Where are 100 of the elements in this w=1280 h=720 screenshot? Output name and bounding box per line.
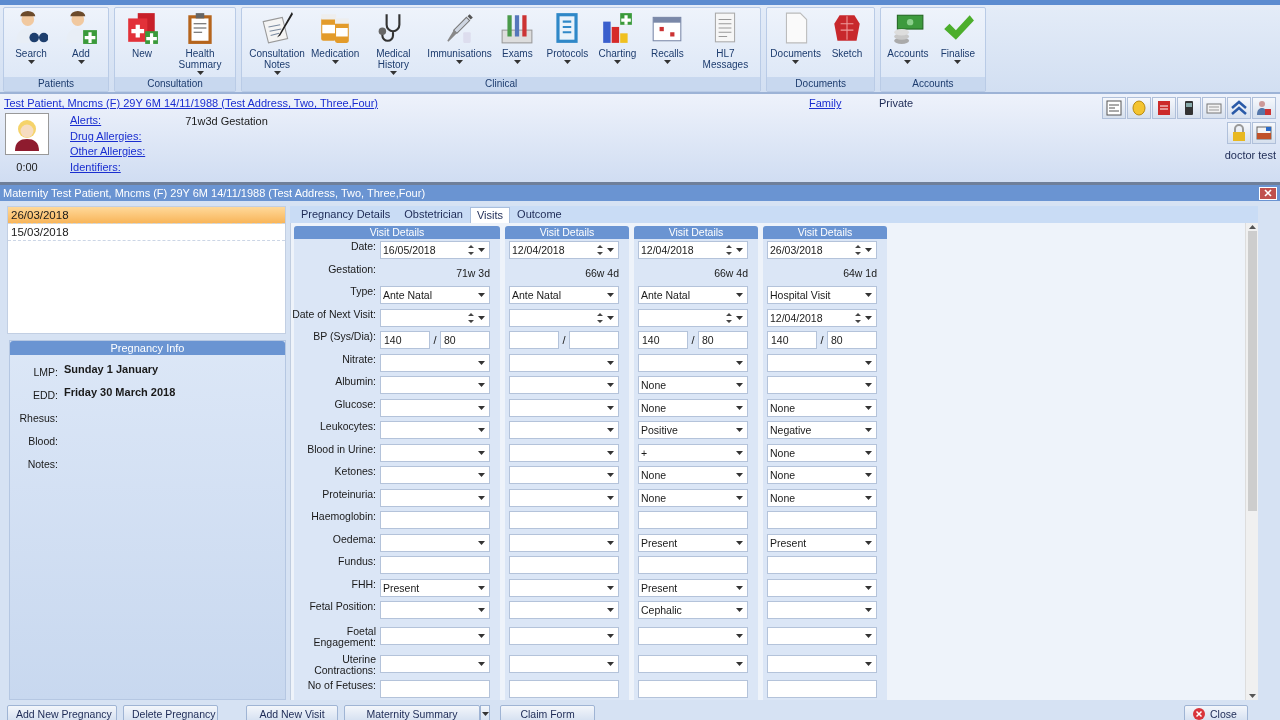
dropdown-field[interactable]: [509, 353, 619, 372]
ribbon-button[interactable]: Medical History: [360, 8, 427, 77]
ribbon-button[interactable]: Medication: [310, 8, 361, 77]
dropdown-field[interactable]: [509, 443, 619, 462]
dropdown-field[interactable]: None: [767, 466, 877, 485]
text-field[interactable]: [380, 556, 490, 575]
systolic-field[interactable]: 140: [380, 331, 430, 350]
dropdown-field[interactable]: [380, 626, 490, 645]
scrollbar[interactable]: [1245, 223, 1258, 700]
dropdown-field[interactable]: [380, 443, 490, 462]
footer-button[interactable]: Delete Pregnancy: [123, 705, 218, 720]
spin-icon[interactable]: [855, 311, 861, 324]
diastolic-field[interactable]: 80: [827, 331, 877, 350]
toolbar-button[interactable]: [1177, 97, 1201, 119]
date-field[interactable]: 12/04/2018: [638, 241, 748, 260]
text-field[interactable]: [767, 556, 877, 575]
dropdown-field[interactable]: Present: [638, 533, 748, 552]
spin-icon[interactable]: [597, 244, 603, 257]
dropdown-field[interactable]: Positive: [638, 421, 748, 440]
dropdown-field[interactable]: [767, 626, 877, 645]
text-field[interactable]: [638, 556, 748, 575]
ribbon-button[interactable]: Search: [6, 8, 56, 77]
diastolic-field[interactable]: 80: [698, 331, 748, 350]
dropdown-field[interactable]: [767, 601, 877, 620]
text-field[interactable]: [767, 511, 877, 530]
dropdown-field[interactable]: [509, 601, 619, 620]
ribbon-button[interactable]: Health Summary: [167, 8, 233, 77]
toolbar-button[interactable]: [1152, 97, 1176, 119]
dropdown-field[interactable]: [767, 578, 877, 597]
ribbon-button[interactable]: Protocols: [542, 8, 593, 77]
close-button[interactable]: Close: [1184, 705, 1248, 720]
spin-icon[interactable]: [597, 311, 603, 324]
dropdown-field[interactable]: [767, 376, 877, 395]
footer-button[interactable]: Add New Pregnancy: [7, 705, 117, 720]
dropdown-field[interactable]: [509, 398, 619, 417]
dropdown-field[interactable]: Cephalic: [638, 601, 748, 620]
dropdown-field[interactable]: None: [638, 488, 748, 507]
text-field[interactable]: [638, 511, 748, 530]
dropdown-field[interactable]: None: [767, 443, 877, 462]
date-field[interactable]: 26/03/2018: [767, 241, 877, 260]
spin-icon[interactable]: [726, 311, 732, 324]
list-item[interactable]: 26/03/2018: [8, 207, 285, 224]
dropdown-field[interactable]: [638, 353, 748, 372]
date-field[interactable]: 12/04/2018: [509, 241, 619, 260]
dropdown-field[interactable]: [509, 421, 619, 440]
ribbon-button[interactable]: Accounts: [882, 8, 933, 77]
tab[interactable]: Pregnancy Details: [294, 206, 398, 223]
text-field[interactable]: [380, 511, 490, 530]
banner-link[interactable]: Other Allergies:: [70, 144, 146, 159]
dropdown-field[interactable]: [509, 466, 619, 485]
ribbon-button[interactable]: New: [117, 8, 167, 77]
footer-button[interactable]: Add New Visit: [246, 705, 338, 720]
ribbon-button[interactable]: Recalls: [642, 8, 693, 77]
ribbon-button[interactable]: HL7 Messages: [692, 8, 759, 77]
text-field[interactable]: [509, 511, 619, 530]
systolic-field[interactable]: 140: [638, 331, 688, 350]
dropdown-field[interactable]: [509, 488, 619, 507]
date-field[interactable]: [509, 308, 619, 327]
dropdown-field[interactable]: [509, 533, 619, 552]
dropdown-field[interactable]: Negative: [767, 421, 877, 440]
tab[interactable]: Outcome: [510, 206, 569, 223]
text-field[interactable]: [638, 679, 748, 698]
dropdown-field[interactable]: None: [767, 488, 877, 507]
dropdown-field[interactable]: [380, 376, 490, 395]
dropdown-field[interactable]: [509, 578, 619, 597]
dropdown-field[interactable]: None: [638, 376, 748, 395]
dropdown-field[interactable]: [380, 601, 490, 620]
footer-button[interactable]: Maternity Summary: [344, 705, 480, 720]
spin-icon[interactable]: [468, 311, 474, 324]
ribbon-button[interactable]: Consultation Notes: [244, 8, 310, 77]
tab[interactable]: Visits: [470, 207, 511, 223]
dropdown-field[interactable]: Hospital Visit: [767, 286, 877, 305]
dropdown-field[interactable]: Present: [380, 578, 490, 597]
scroll-down-icon[interactable]: [1248, 694, 1256, 698]
ribbon-button[interactable]: Immunisations: [426, 8, 493, 77]
family-link[interactable]: Family: [809, 97, 842, 109]
date-field[interactable]: [638, 308, 748, 327]
footer-button[interactable]: Claim Form: [500, 705, 595, 720]
dropdown-field[interactable]: None: [638, 466, 748, 485]
patient-link[interactable]: Test Patient, Mncms (F) 29Y 6M 14/11/1988 (Test Address, Two, Three,Four): [4, 97, 378, 109]
dropdown-field[interactable]: [767, 353, 877, 372]
banner-link[interactable]: Drug Allergies:: [70, 128, 146, 143]
text-field[interactable]: [509, 556, 619, 575]
dropdown-field[interactable]: None: [638, 398, 748, 417]
dropdown-field[interactable]: [380, 353, 490, 372]
dropdown-field[interactable]: [638, 626, 748, 645]
dropdown-field[interactable]: [380, 398, 490, 417]
date-field[interactable]: 16/05/2018: [380, 241, 490, 260]
dropdown-field[interactable]: Ante Natal: [509, 286, 619, 305]
dropdown-field[interactable]: [767, 654, 877, 673]
spin-icon[interactable]: [855, 244, 861, 257]
dropdown-field[interactable]: Ante Natal: [380, 286, 490, 305]
spin-icon[interactable]: [726, 244, 732, 257]
scroll-up-icon[interactable]: [1248, 225, 1256, 229]
ribbon-button[interactable]: Exams: [492, 8, 543, 77]
dropdown-field[interactable]: Present: [767, 533, 877, 552]
dropdown-field[interactable]: None: [767, 398, 877, 417]
dropdown-field[interactable]: [380, 654, 490, 673]
date-field[interactable]: 12/04/2018: [767, 308, 877, 327]
diastolic-field[interactable]: [569, 331, 619, 350]
